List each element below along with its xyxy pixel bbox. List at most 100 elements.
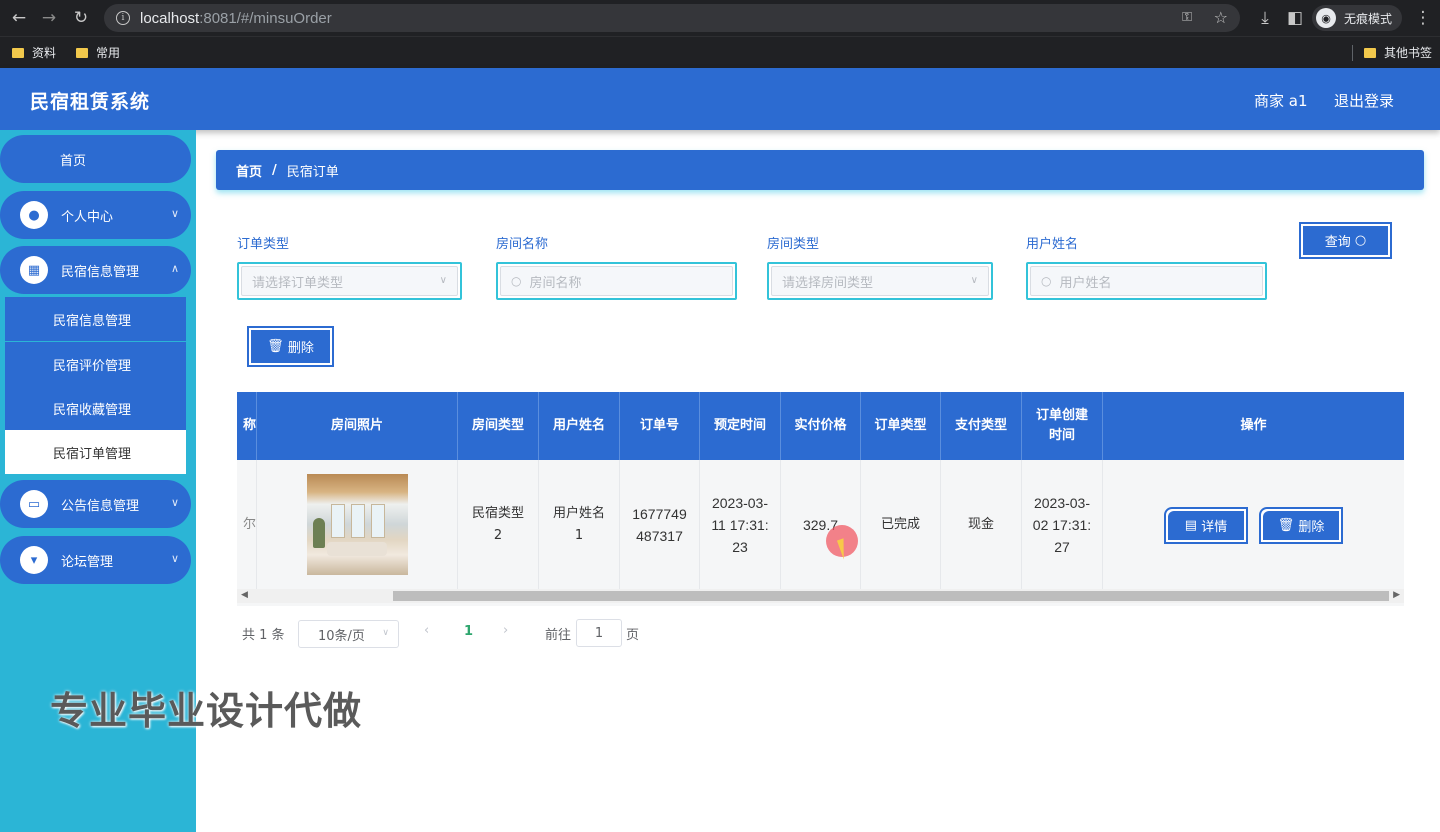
submenu-item-info[interactable]: 民宿信息管理	[5, 297, 186, 341]
table-cell: 329.7	[781, 460, 861, 589]
submenu-item-label: 民宿订单管理	[53, 446, 132, 462]
query-button[interactable]: 查询 ○	[1299, 222, 1392, 259]
info-icon[interactable]: i	[116, 11, 130, 25]
order-type-select[interactable]: 请选择订单类型 ∨	[237, 262, 462, 300]
prev-page-icon[interactable]: ‹	[424, 623, 429, 638]
table-cell: 2023-03-11 17:31:23	[700, 460, 781, 589]
delete-label: 删除	[287, 341, 314, 356]
scroll-left-icon[interactable]: ◀	[241, 590, 248, 600]
sidebar-item-profile[interactable]: ● 个人中心 ∨	[0, 191, 191, 239]
watermark-text: 专业毕业设计代做	[50, 689, 363, 733]
column-header: 实付价格	[781, 392, 861, 460]
room-type-label: 房间类型	[767, 237, 820, 252]
page-size-value: 10条/页	[318, 628, 365, 644]
sidebar-item-homestay[interactable]: ▦ 民宿信息管理 ∧	[0, 246, 191, 294]
column-header: 操作	[1240, 418, 1267, 433]
browser-toolbar: ← → ↻ i localhost:8081/#/minsuOrder ⚿ ☆ …	[0, 0, 1440, 36]
room-type-placeholder: 请选择房间类型	[782, 275, 874, 291]
table-cell: 用户姓名1	[539, 460, 620, 589]
bookmark-folder[interactable]: 常用	[76, 44, 120, 61]
detail-label: 详情	[1201, 520, 1228, 535]
folder-icon	[12, 47, 24, 58]
logout-link[interactable]: 退出登录	[1334, 90, 1394, 111]
search-icon: ○	[1041, 274, 1052, 288]
bookmarks-bar: 资料 常用 其他书签	[0, 36, 1440, 68]
page-size-select[interactable]: 10条/页 ∨	[298, 620, 399, 648]
room-type-select[interactable]: 请选择房间类型 ∨	[767, 262, 993, 300]
order-type-placeholder: 请选择订单类型	[252, 275, 344, 291]
table-cell: 1677749487317	[620, 460, 700, 589]
scrollbar-thumb[interactable]	[393, 591, 1389, 601]
breadcrumb-home[interactable]: 首页	[236, 161, 262, 180]
sidebar-item-label: 公告信息管理	[61, 498, 140, 514]
column-header: 订单类型	[861, 392, 941, 460]
app-header: 民宿租赁系统 商家 a1 退出登录	[0, 68, 1440, 130]
menu-icon[interactable]: ⋮	[1412, 7, 1434, 29]
chevron-down-icon: ∨	[382, 628, 389, 638]
query-label: 查询	[1324, 235, 1351, 250]
order-type-label: 订单类型	[237, 237, 290, 252]
chevron-down-icon: ∨	[970, 275, 978, 286]
chevron-down-icon: ∨	[439, 275, 447, 286]
document-icon: ▤	[1184, 518, 1198, 533]
user-name-input[interactable]: ○ 用户姓名	[1026, 262, 1267, 300]
submenu-item-review[interactable]: 民宿评价管理	[5, 342, 186, 386]
horizontal-scrollbar[interactable]: ◀ ▶	[237, 589, 1404, 603]
sidebar-item-home[interactable]: 首页	[0, 135, 191, 183]
room-photo[interactable]	[306, 474, 408, 575]
column-header: 订单号	[620, 392, 700, 460]
sidebar-item-forum[interactable]: ▾ 论坛管理 ∨	[0, 536, 191, 584]
address-bar[interactable]: i localhost:8081/#/minsuOrder ⚿ ☆	[104, 4, 1240, 32]
sidebar-item-label: 首页	[60, 153, 87, 169]
table-cell: 现金	[941, 460, 1022, 589]
submenu-item-favorite[interactable]: 民宿收藏管理	[5, 386, 186, 430]
orders-table: 称 房间照片 房间类型 用户姓名 订单号 预定时间 实付价格 订单类型 支付类型…	[237, 392, 1404, 606]
grid-icon: ▦	[20, 256, 48, 284]
column-header: 用户姓名	[539, 392, 620, 460]
next-page-icon[interactable]: ›	[503, 623, 508, 638]
incognito-badge[interactable]: ◉ 无痕模式	[1312, 5, 1402, 31]
back-icon[interactable]: ←	[8, 7, 30, 29]
photo-window	[330, 504, 345, 538]
goto-page-input[interactable]: 1	[576, 619, 622, 647]
submenu-item-label: 民宿信息管理	[53, 313, 132, 329]
table-cell: 2023-03-02 17:31:27	[1022, 460, 1103, 589]
scroll-right-icon[interactable]: ▶	[1393, 590, 1400, 600]
star-icon[interactable]: ☆	[1214, 8, 1228, 27]
bookmark-divider	[1352, 45, 1353, 61]
room-name-placeholder: 房间名称	[529, 275, 582, 291]
breadcrumb: 首页 / 民宿订单	[216, 150, 1424, 190]
reload-icon[interactable]: ↻	[70, 7, 92, 29]
batch-delete-button[interactable]: 🗑 删除	[247, 326, 334, 367]
monitor-icon: ▭	[20, 490, 48, 518]
download-icon[interactable]: ⤓	[1254, 7, 1276, 29]
photo-window	[370, 504, 385, 538]
table-header: 称 房间照片 房间类型 用户姓名 订单号 预定时间 实付价格 订单类型 支付类型…	[237, 392, 1404, 460]
photo-sofa	[326, 542, 387, 556]
search-icon: ○	[1354, 233, 1367, 248]
page-number-current[interactable]: 1	[464, 624, 473, 639]
column-header: 订单创建时间	[1022, 392, 1103, 460]
submenu-item-order[interactable]: 民宿订单管理	[5, 430, 186, 474]
row-delete-label: 删除	[1298, 520, 1325, 535]
column-header: 预定时间	[700, 392, 781, 460]
submenu-item-label: 民宿评价管理	[53, 358, 132, 374]
chevron-up-icon: ∧	[170, 262, 179, 275]
chevron-down-icon: ∨	[170, 552, 179, 565]
sidebar-item-label: 个人中心	[61, 209, 114, 225]
room-name-input[interactable]: ○ 房间名称	[496, 262, 737, 300]
forward-icon[interactable]: →	[38, 7, 60, 29]
folder-icon	[76, 47, 88, 58]
other-bookmarks[interactable]: 其他书签	[1364, 44, 1432, 61]
detail-button[interactable]: ▤ 详情	[1164, 507, 1248, 544]
table-cell: 尔	[237, 460, 257, 589]
pagination-total: 共 1 条	[242, 628, 285, 643]
user-name-placeholder: 用户姓名	[1059, 275, 1112, 291]
key-icon[interactable]: ⚿	[1182, 10, 1192, 25]
table-cell	[1103, 460, 1404, 589]
breadcrumb-separator: /	[272, 162, 277, 178]
sidebar-item-notice[interactable]: ▭ 公告信息管理 ∨	[0, 480, 191, 528]
bookmark-folder[interactable]: 资料	[12, 44, 56, 61]
sidepanel-icon[interactable]: ◧	[1284, 7, 1306, 29]
row-delete-button[interactable]: 🗑 删除	[1259, 507, 1343, 544]
